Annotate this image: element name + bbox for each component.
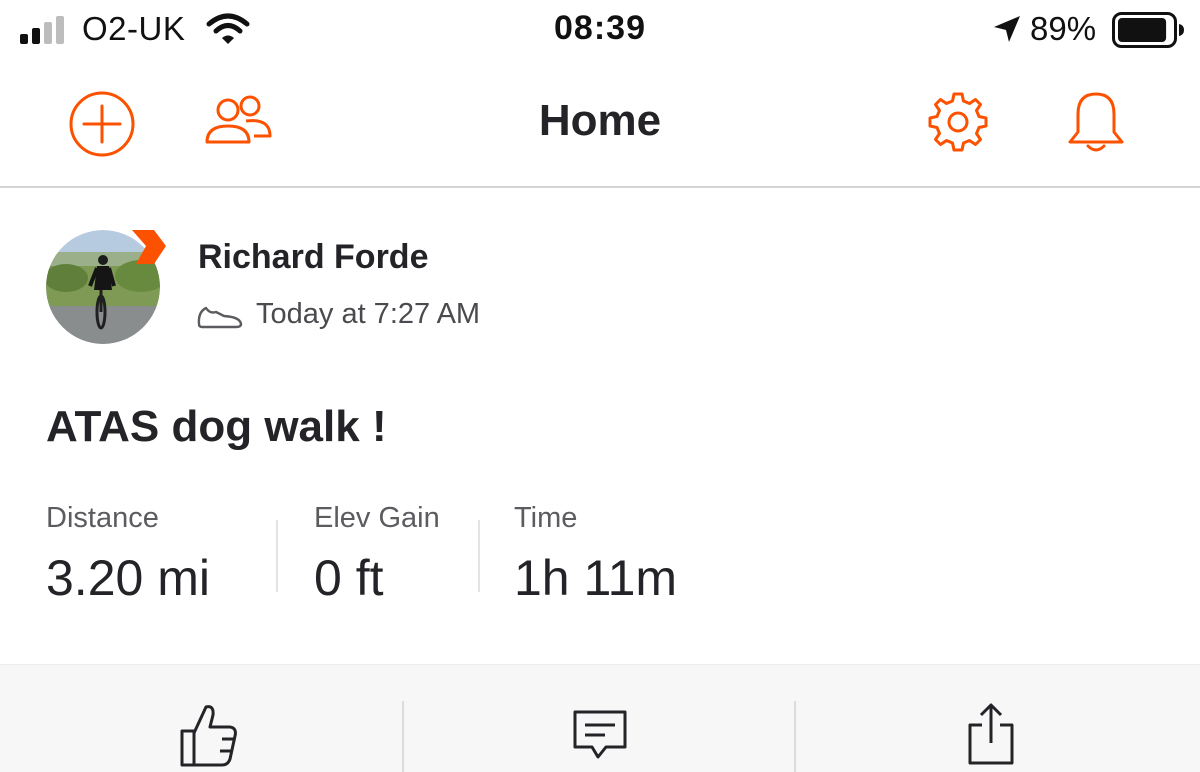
stat-elev-gain: Elev Gain 0 ft <box>314 502 440 607</box>
stat-value: 3.20 mi <box>46 550 210 606</box>
share-button[interactable] <box>796 665 1200 772</box>
status-bar: O2-UK 08:39 89% <box>0 0 1200 64</box>
location-arrow-icon <box>994 16 1020 42</box>
activity-action-bar <box>0 664 1200 772</box>
strava-home-screen: O2-UK 08:39 89% Home Richard Forde Today… <box>0 0 1200 772</box>
stat-divider <box>276 520 278 592</box>
activity-card[interactable]: Richard Forde Today at 7:27 AM ATAS dog … <box>0 188 1200 664</box>
comment-button[interactable] <box>402 665 802 772</box>
battery-icon <box>1112 12 1184 48</box>
activity-timestamp: Today at 7:27 AM <box>256 298 481 330</box>
top-navigation-bar: Home <box>0 64 1200 188</box>
activity-title[interactable]: ATAS dog walk ! <box>46 402 387 452</box>
stat-label: Elev Gain <box>314 502 440 534</box>
athlete-avatar-container[interactable] <box>46 230 166 350</box>
shoe-icon <box>197 306 243 329</box>
stat-divider <box>478 520 480 592</box>
stat-time: Time 1h 11m <box>514 502 677 607</box>
subscriber-badge-icon <box>132 230 166 264</box>
comment-icon <box>573 710 627 759</box>
thumbs-up-icon <box>180 705 237 767</box>
stat-label: Time <box>514 502 578 534</box>
stat-distance: Distance 3.20 mi <box>46 502 210 607</box>
gear-icon[interactable] <box>926 90 990 154</box>
athlete-name[interactable]: Richard Forde <box>198 238 428 277</box>
stat-value: 1h 11m <box>514 550 678 606</box>
stat-value: 0 ft <box>314 550 384 606</box>
battery-percentage: 89% <box>1030 10 1097 47</box>
share-icon <box>968 703 1014 765</box>
stat-label: Distance <box>46 502 159 534</box>
kudos-button[interactable] <box>0 665 400 772</box>
page-title: Home <box>538 96 662 145</box>
bell-icon[interactable] <box>1066 90 1126 156</box>
